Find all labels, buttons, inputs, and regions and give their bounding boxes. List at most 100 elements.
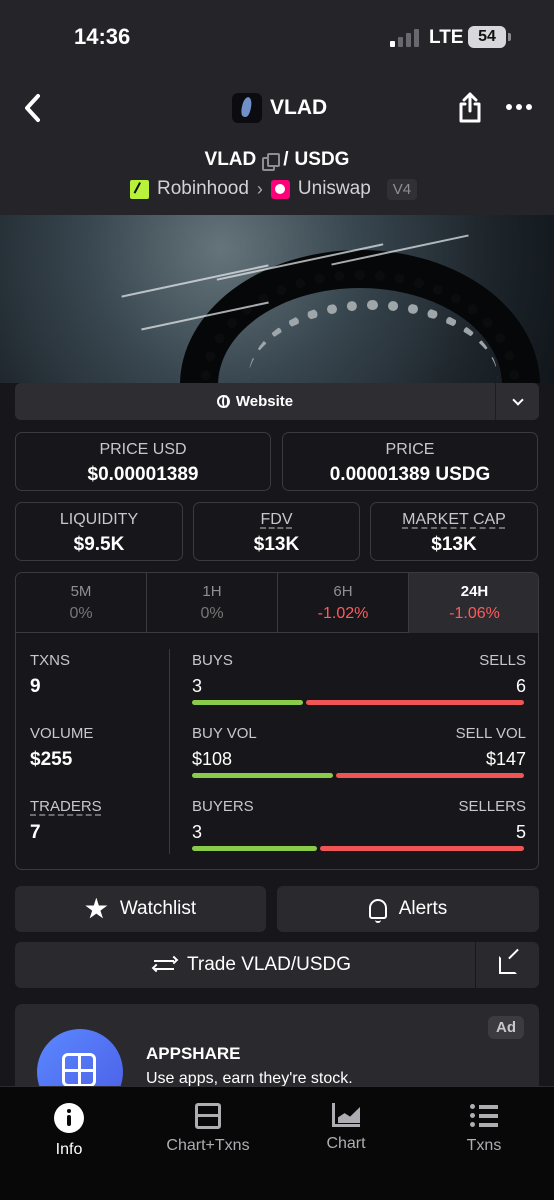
txns-label: TXNS	[30, 652, 71, 669]
watchlist-label: Watchlist	[119, 898, 197, 919]
fdv-card[interactable]: FDV $13K	[193, 502, 360, 561]
exchange-route[interactable]: Robinhood › Uniswap V4	[130, 178, 418, 200]
period-selector: 5M 0% 1H 0% 6H -1.02% 24H -1.06%	[16, 573, 538, 633]
tab-5m[interactable]: 5M 0%	[16, 573, 147, 633]
tab-txns-label: Txns	[466, 1137, 502, 1154]
buys-value: 3	[192, 676, 203, 696]
tab-txns[interactable]: Txns	[429, 1103, 539, 1163]
copy-icon[interactable]	[262, 152, 281, 171]
more-options-icon[interactable]	[505, 100, 533, 114]
token-name: VLAD	[270, 96, 328, 119]
buy-volume-ratio-bar	[192, 773, 333, 778]
market-cap-value: $13K	[431, 534, 477, 555]
sell-volume-label: SELL VOL	[455, 725, 526, 742]
apps-grid-icon	[62, 1053, 96, 1087]
traders-label[interactable]: TRADERS	[30, 798, 102, 815]
pair-separator: /	[283, 149, 289, 170]
market-cap-card[interactable]: MARKET CAP $13K	[370, 502, 538, 561]
period-change: -1.06%	[449, 605, 500, 622]
info-icon	[54, 1103, 84, 1133]
bicycle-gear-image	[180, 250, 540, 383]
signal-icon	[390, 29, 420, 47]
tab-chart-txns-label: Chart+Txns	[166, 1137, 250, 1154]
website-button[interactable]: Website	[15, 383, 495, 420]
price-usd-label: PRICE USD	[99, 441, 187, 458]
trade-button[interactable]: Trade VLAD/USDG	[15, 942, 489, 988]
buyers-value: 3	[192, 822, 203, 842]
globe-icon	[216, 395, 230, 408]
chevron-right-icon: ›	[256, 178, 263, 199]
traders-value: 7	[30, 822, 41, 843]
volume-value: $255	[30, 749, 73, 770]
tab-24h[interactable]: 24H -1.06%	[409, 573, 538, 633]
base-token: VLAD	[204, 149, 257, 170]
volume-label: VOLUME	[30, 725, 94, 742]
battery-icon: 54	[468, 26, 511, 48]
sells-label: SELLS	[479, 652, 526, 669]
sellers-value: 5	[515, 822, 526, 842]
tab-info[interactable]: Info	[14, 1103, 124, 1163]
tab-1h[interactable]: 1H 0%	[147, 573, 278, 633]
trading-metrics: TXNS 9 VOLUME $255 TRADERS 7 BUYS SELLS …	[16, 633, 538, 869]
status-bar: 14:36 LTE 54	[0, 0, 554, 75]
buyers-ratio-bar	[192, 846, 317, 851]
trade-control: Trade VLAD/USDG	[15, 942, 539, 988]
status-time: 14:36	[74, 24, 131, 49]
robinhood-logo-icon	[130, 179, 149, 199]
quote-token: USDG	[294, 149, 350, 170]
metrics-divider	[169, 649, 170, 854]
tab-chart-label: Chart	[326, 1135, 366, 1152]
price-usd-card: PRICE USD $0.00001389	[15, 432, 271, 491]
price-label: PRICE	[385, 441, 435, 458]
bottom-tab-bar: Info Chart+Txns Chart Txns	[0, 1086, 554, 1200]
period-change: 0%	[69, 605, 93, 622]
trading-pair: VLAD / USDG	[0, 149, 554, 171]
split-layout-icon	[195, 1103, 221, 1129]
price-quote-card: PRICE 0.00001389 USDG	[282, 432, 538, 491]
external-link-button[interactable]	[475, 942, 539, 988]
txns-value: 9	[30, 676, 41, 697]
trading-activity-card: 5M 0% 1H 0% 6H -1.02% 24H -1.06% TXNS 9 …	[15, 572, 539, 870]
alerts-label: Alerts	[398, 898, 448, 919]
swap-arrows-icon	[151, 955, 179, 974]
website-control: Website	[15, 383, 539, 420]
liquidity-value: $9.5K	[73, 534, 125, 555]
tab-6h[interactable]: 6H -1.02%	[278, 573, 409, 633]
liquidity-card: LIQUIDITY $9.5K	[15, 502, 183, 561]
watchlist-button[interactable]: Watchlist	[15, 886, 266, 932]
period-label: 6H	[333, 583, 353, 600]
share-icon[interactable]	[456, 92, 484, 124]
version-badge: V4	[386, 178, 418, 200]
buy-volume-value: $108	[192, 749, 233, 769]
alerts-button[interactable]: Alerts	[277, 886, 539, 932]
network-type: LTE	[429, 27, 464, 48]
project-banner	[0, 215, 554, 383]
liquidity-label: LIQUIDITY	[59, 511, 139, 528]
period-change: -1.02%	[317, 605, 369, 622]
dex-name: Uniswap	[297, 178, 371, 199]
sell-volume-value: $147	[485, 749, 526, 769]
back-arrow-icon[interactable]	[20, 92, 48, 124]
website-dropdown[interactable]	[495, 383, 539, 420]
chevron-down-icon	[511, 393, 524, 406]
uniswap-logo-icon	[270, 179, 290, 199]
bell-icon	[368, 899, 387, 923]
star-icon	[85, 897, 108, 919]
period-label: 1H	[202, 583, 222, 600]
sells-value: 6	[515, 676, 526, 696]
list-icon	[470, 1103, 498, 1129]
buys-ratio-bar	[192, 700, 303, 705]
tab-chart-txns[interactable]: Chart+Txns	[153, 1103, 263, 1163]
tab-chart[interactable]: Chart	[291, 1103, 401, 1163]
trade-label: Trade VLAD/USDG	[186, 954, 351, 975]
ad-title: APPSHARE	[146, 1044, 241, 1063]
price-value: 0.00001389 USDG	[329, 464, 491, 485]
sellers-ratio-bar	[320, 846, 524, 851]
price-usd-value: $0.00001389	[87, 464, 199, 485]
tab-info-label: Info	[55, 1141, 83, 1158]
navigation-bar: VLAD	[0, 80, 554, 136]
actions-row: Watchlist Alerts	[15, 886, 539, 932]
sellers-label: SELLERS	[458, 798, 526, 815]
buys-label: BUYS	[192, 652, 233, 669]
external-link-icon	[498, 956, 517, 974]
